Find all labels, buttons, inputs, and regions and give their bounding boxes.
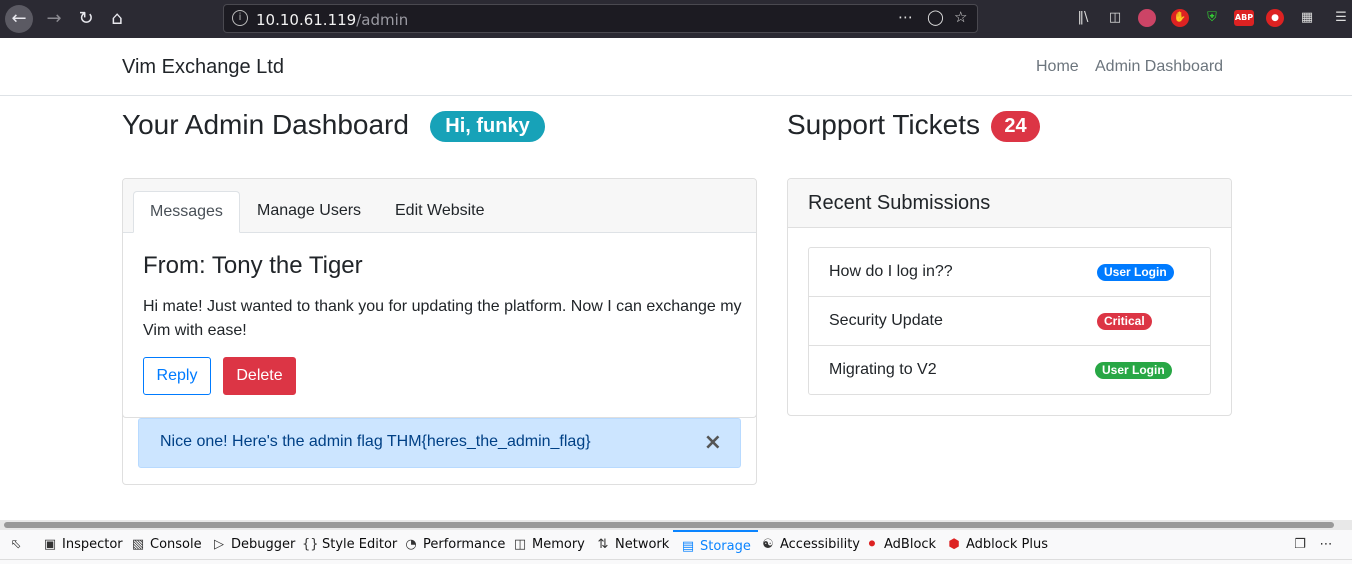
ticket-count-badge: 24 <box>991 111 1040 142</box>
recent-submissions-title: Recent Submissions <box>808 192 991 214</box>
tab-console[interactable]: ▧ Console <box>130 530 202 560</box>
reply-button[interactable]: Reply <box>143 357 211 395</box>
url-path: /admin <box>356 11 409 29</box>
tab-inspector[interactable]: ▣ Inspector <box>42 530 123 560</box>
site-navbar: Vim Exchange Ltd Home Admin Dashboard <box>0 38 1352 96</box>
tab-label: Console <box>150 537 202 552</box>
pocket-icon[interactable]: ◯ <box>927 8 944 26</box>
tab-memory[interactable]: ◫ Memory <box>512 530 585 560</box>
avatar-icon[interactable] <box>1138 9 1156 27</box>
tab-label: Debugger <box>231 537 296 552</box>
support-card: Recent Submissions How do I log in?? Use… <box>787 178 1232 416</box>
tab-label: Adblock Plus <box>966 537 1049 552</box>
ticket-badge: Critical <box>1097 313 1152 330</box>
url-bar[interactable]: i 10.10.61.119/admin ⋯ ◯ ☆ <box>223 4 978 33</box>
delete-button[interactable]: Delete <box>223 357 296 395</box>
nav-link-home[interactable]: Home <box>1036 58 1079 76</box>
message-panel: From: Tony the Tiger Hi mate! Just wante… <box>122 232 757 418</box>
support-card-header: Recent Submissions <box>788 179 1231 228</box>
shield-icon[interactable]: ⛨ <box>1203 9 1221 27</box>
tab-messages[interactable]: Messages <box>133 191 240 233</box>
memory-icon: ◫ <box>513 537 527 552</box>
url-text[interactable]: 10.10.61.119/admin <box>256 11 408 29</box>
toolbar-grid-icon[interactable]: ▦ <box>1298 9 1316 27</box>
flag-alert: Nice one! Here's the admin flag THM{here… <box>138 418 741 468</box>
tab-adblock[interactable]: ⚫ AdBlock <box>864 530 937 560</box>
tab-manage-users[interactable]: Manage Users <box>241 191 377 233</box>
tab-label: Accessibility <box>780 537 860 552</box>
forward-arrow-icon[interactable]: → <box>40 5 68 33</box>
nav-link-admin-dashboard[interactable]: Admin Dashboard <box>1095 58 1223 76</box>
ticket-row[interactable]: Migrating to V2 User Login <box>809 346 1210 395</box>
tab-network[interactable]: ⇅ Network <box>595 530 670 560</box>
more-dots-icon[interactable]: ⋯ <box>898 8 913 26</box>
messages-card: Messages Manage Users Edit Website From:… <box>122 178 757 485</box>
alert-text: Nice one! Here's the admin flag THM{here… <box>160 433 591 450</box>
adblock-icon: ⚫ <box>866 537 878 552</box>
tab-label: AdBlock <box>884 537 937 552</box>
adblock-plus-icon: ⬢ <box>948 537 960 552</box>
tabs-header: Messages Manage Users Edit Website <box>123 179 756 233</box>
tab-label: Style Editor <box>322 537 398 552</box>
style-editor-icon: {} <box>302 537 319 552</box>
lock-icon[interactable]: ● <box>1266 9 1284 27</box>
tab-edit-website[interactable]: Edit Website <box>379 191 501 233</box>
element-picker-icon[interactable]: ⬁ <box>8 530 28 560</box>
storage-icon: ▤ <box>681 539 695 554</box>
ticket-badge: User Login <box>1095 362 1172 379</box>
ticket-badge: User Login <box>1097 264 1174 281</box>
ticket-title[interactable]: Security Update <box>829 312 943 330</box>
tab-storage[interactable]: ▤ Storage <box>673 530 758 560</box>
horizontal-scrollbar[interactable] <box>0 520 1352 530</box>
accessibility-icon: ☯ <box>762 537 774 552</box>
page-title: Your Admin Dashboard <box>122 109 409 140</box>
ticket-title[interactable]: Migrating to V2 <box>829 361 937 379</box>
url-host: 10.10.61.119 <box>256 11 357 29</box>
back-arrow-icon[interactable]: ← <box>5 5 33 33</box>
home-icon[interactable]: ⌂ <box>103 5 131 33</box>
console-icon: ▧ <box>131 537 145 552</box>
browser-toolbar: ← → ↻ ⌂ i 10.10.61.119/admin ⋯ ◯ ☆ ‖\ ◫ … <box>0 0 1352 38</box>
brand-logo[interactable]: Vim Exchange Ltd <box>122 56 284 79</box>
debugger-icon: ▷ <box>214 537 224 552</box>
tab-adblock-plus[interactable]: ⬢ Adblock Plus <box>946 530 1048 560</box>
tab-label: Inspector <box>62 537 123 552</box>
inspector-icon: ▣ <box>43 537 57 552</box>
bookmark-star-icon[interactable]: ☆ <box>954 8 967 26</box>
tab-label: Memory <box>532 537 585 552</box>
greeting-badge: Hi, funky <box>430 111 545 142</box>
sidebar-icon[interactable]: ◫ <box>1106 9 1124 27</box>
support-tickets-title: Support Tickets <box>787 109 980 140</box>
message-sender: From: Tony the Tiger <box>143 252 363 279</box>
tab-style-editor[interactable]: {} Style Editor <box>302 530 397 560</box>
tab-label: Network <box>615 537 670 552</box>
devtools-panel: ⬁ ▣ Inspector ▧ Console ▷ Debugger {} Style … <box>0 520 1352 564</box>
network-icon: ⇅ <box>597 537 609 552</box>
more-options-icon[interactable]: ⋯ <box>1318 530 1338 560</box>
tab-accessibility[interactable]: ☯ Accessibility <box>760 530 860 560</box>
performance-icon: ◔ <box>405 537 417 552</box>
ticket-list: How do I log in?? User Login Security Up… <box>808 247 1211 395</box>
ticket-row[interactable]: Security Update Critical <box>809 297 1210 346</box>
tab-performance[interactable]: ◔ Performance <box>403 530 505 560</box>
tab-debugger[interactable]: ▷ Debugger <box>211 530 295 560</box>
ticket-title[interactable]: How do I log in?? <box>829 263 953 281</box>
scrollbar-thumb[interactable] <box>4 522 1334 528</box>
message-body: Hi mate! Just wanted to thank you for up… <box>143 298 742 339</box>
ublock-icon[interactable]: ✋ <box>1171 9 1189 27</box>
reload-icon[interactable]: ↻ <box>72 5 100 33</box>
abp-icon[interactable]: ABP <box>1234 10 1254 26</box>
close-icon[interactable]: × <box>704 430 722 455</box>
library-icon[interactable]: ‖\ <box>1074 9 1092 27</box>
tab-label: Storage <box>700 539 751 554</box>
dock-icon[interactable]: ❐ <box>1292 530 1312 560</box>
info-icon[interactable]: i <box>232 10 248 26</box>
ticket-row[interactable]: How do I log in?? User Login <box>809 248 1210 297</box>
menu-icon[interactable]: ☰ <box>1332 9 1350 27</box>
devtools-toolbar: ⬁ ▣ Inspector ▧ Console ▷ Debugger {} Style … <box>0 530 1352 560</box>
tab-label: Performance <box>423 537 506 552</box>
